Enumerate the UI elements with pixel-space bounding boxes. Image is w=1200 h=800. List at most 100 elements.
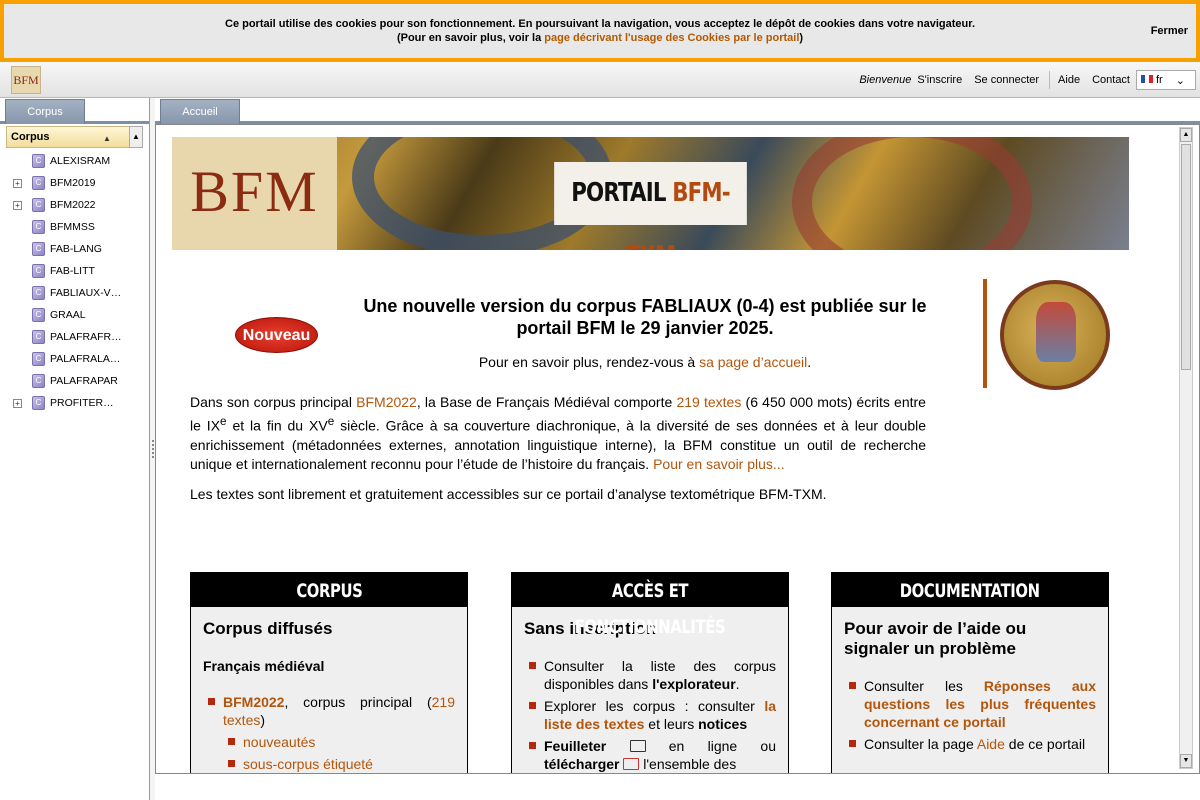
list-text: Feuilleter (544, 738, 607, 754)
tree-item-label: BFM2019 (50, 177, 96, 189)
splitter-grip-icon[interactable] (152, 440, 154, 458)
list-item: Feuilleter en ligne ou télécharger l'ens… (524, 737, 776, 773)
book-icon[interactable] (629, 740, 646, 752)
expand-icon[interactable]: + (13, 179, 22, 188)
nav-separator (1049, 71, 1051, 89)
tree-item-label: PALAFRAPAR (50, 375, 118, 387)
corpus-column-heading: Corpus diffusés (203, 619, 333, 638)
language-value: fr (1156, 74, 1163, 86)
tree-item[interactable]: C FABLIAUX-V… (6, 282, 146, 304)
news-home-link[interactable]: sa page d’accueil (699, 354, 807, 370)
expand-icon[interactable]: + (13, 201, 22, 210)
sort-up-icon[interactable]: ▲ (103, 129, 111, 149)
list-text: , corpus principal ( (284, 694, 432, 710)
tree-item[interactable]: C FAB-LITT (6, 260, 146, 282)
corpus-icon: C (32, 220, 45, 234)
corpus-icon: C (32, 198, 45, 212)
bfm2022-corpus-link[interactable]: BFM2022 (223, 694, 284, 710)
list-item: nouveautés (203, 733, 455, 751)
france-flag-icon (1141, 75, 1153, 83)
header-banner: BFM PORTAIL BFM-TXM (172, 137, 1129, 250)
list-text: télécharger (544, 756, 620, 772)
new-badge: Nouveau (235, 317, 318, 353)
news-more-prefix: Pour en savoir plus, rendez-vous à (478, 354, 700, 370)
portal-title: PORTAIL BFM-TXM (554, 162, 747, 250)
list-text: l'ensemble des (639, 756, 737, 772)
medallion-bar (983, 279, 987, 388)
tab-accueil[interactable]: Accueil (160, 99, 240, 124)
cookie-prefix: (Pour en savoir plus, voir la (396, 32, 545, 44)
news-link[interactable]: nouveautés (243, 734, 315, 750)
cookie-text-line2: (Pour en savoir plus, voir la page décri… (4, 31, 1196, 45)
banner-ornament (792, 137, 1032, 250)
tree-item[interactable]: C PALAFRAFR… (6, 326, 146, 348)
learn-more-link[interactable]: Pour en savoir plus... (653, 456, 785, 472)
tree-item-label: PROFITER… (50, 397, 114, 409)
chevron-down-icon: ⌄ (1175, 74, 1185, 87)
tree-item[interactable]: C FAB-LANG (6, 238, 146, 260)
top-bar: BFM Bienvenue S'inscrire Se connecter Ai… (0, 62, 1200, 98)
language-select[interactable]: fr ⌄ (1136, 70, 1196, 90)
intro-text: , la Base de Français Médiéval comporte (416, 394, 677, 410)
top-nav: Bienvenue S'inscrire Se connecter Aide C… (859, 70, 1196, 90)
list-text: notices (698, 716, 748, 732)
corpus-icon: C (32, 396, 45, 410)
tree-item-label: GRAAL (50, 309, 86, 321)
corpus-header-label: Corpus (11, 131, 50, 143)
tree-item-label: FAB-LITT (50, 265, 95, 277)
corpus-icon: C (32, 330, 45, 344)
tree-item-label: BFM2022 (50, 199, 96, 211)
login-link[interactable]: Se connecter (974, 74, 1039, 86)
tree-item[interactable]: C GRAAL (6, 304, 146, 326)
corpus-icon: C (32, 176, 45, 190)
list-item: Consulter la liste des corpus disponible… (524, 657, 776, 693)
tree-item[interactable]: C PALAFRAPAR (6, 370, 146, 392)
list-text: en ligne ou (645, 738, 776, 754)
corpus-icon: C (32, 352, 45, 366)
expand-icon[interactable]: + (13, 399, 22, 408)
signup-link[interactable]: S'inscrire (917, 74, 962, 86)
content-scrollbar[interactable]: ▲ ▼ (1179, 127, 1193, 769)
scroll-thumb[interactable] (1181, 144, 1191, 370)
list-item: Consulter la page Aide de ce portail (844, 735, 1096, 753)
welcome-text: Bienvenue (859, 74, 912, 86)
tree-item[interactable]: + C PROFITER… (6, 392, 146, 414)
tree-item[interactable]: + C BFM2022 (6, 194, 146, 216)
help-page-link[interactable]: Aide (977, 736, 1005, 752)
tree-scroll-up[interactable]: ▲ (129, 126, 143, 148)
medallion-figure (1036, 302, 1076, 362)
access-column-title: ACCÈS ET FONCTIONNALITÉS (512, 573, 788, 638)
pdf-icon[interactable] (623, 758, 640, 770)
list-item: Consulter les Réponses aux questions les… (844, 677, 1096, 731)
documentation-column-heading: Pour avoir de l’aide ou signaler un prob… (844, 619, 1027, 658)
tree-item[interactable]: C BFMMSS (6, 216, 146, 238)
tab-corpus[interactable]: Corpus (5, 99, 85, 124)
scroll-up-icon[interactable]: ▲ (1180, 128, 1192, 142)
corpus-tree-header[interactable]: Corpus ▲ (6, 126, 143, 148)
intro-paragraph: Dans son corpus principal BFM2022, la Ba… (190, 393, 926, 474)
contact-link[interactable]: Contact (1092, 74, 1130, 86)
main-panel: Accueil BFM PORTAIL BFM-TXM Nouveau Une … (155, 98, 1200, 800)
news-more: Pour en savoir plus, rendez-vous à sa pa… (360, 354, 930, 370)
cookie-close-button[interactable]: Fermer (1151, 24, 1188, 38)
access-paragraph: Les textes sont librement et gratuitemen… (190, 486, 827, 502)
list-item: Explorer les corpus : consulter la liste… (524, 697, 776, 733)
bfm2022-link[interactable]: BFM2022 (356, 394, 417, 410)
list-item: sous-corpus étiqueté (203, 755, 455, 773)
cookie-policy-link[interactable]: page décrivant l'usage des Cookies par l… (544, 32, 799, 44)
bfm-logo[interactable]: BFM (11, 66, 41, 94)
list-text: de ce portail (1004, 736, 1086, 752)
tree-item[interactable]: + C BFM2019 (6, 172, 146, 194)
left-tabstrip: Corpus (0, 98, 149, 124)
tree-item[interactable]: C PALAFRALA… (6, 348, 146, 370)
list-text: . (735, 676, 740, 692)
tagged-subcorpus-link[interactable]: sous-corpus étiqueté (243, 756, 373, 772)
list-text: ) (260, 712, 266, 728)
scroll-down-icon[interactable]: ▼ (1180, 754, 1192, 768)
banner-logo: BFM (172, 137, 337, 250)
corpus-icon: C (32, 308, 45, 322)
texts-count-link[interactable]: 219 textes (676, 394, 741, 410)
help-link[interactable]: Aide (1058, 74, 1080, 86)
left-panel: Corpus Corpus ▲ ▲ C ALEXISRAM + C BFM2019 + C BF… (0, 98, 150, 800)
tree-item[interactable]: C ALEXISRAM (6, 150, 146, 172)
